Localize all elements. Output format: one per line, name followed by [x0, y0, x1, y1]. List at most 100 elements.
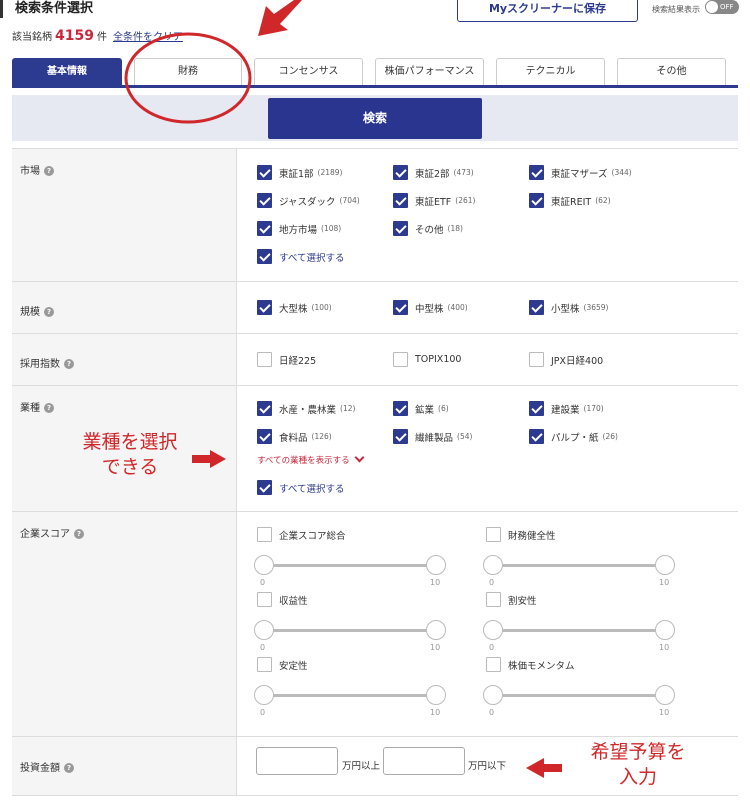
slider-min-handle[interactable]	[483, 685, 503, 705]
tab-technical[interactable]: テクニカル	[496, 58, 605, 85]
checkbox-momentum[interactable]: 株価モメンタム	[486, 657, 575, 672]
checkbox-box[interactable]	[393, 165, 408, 180]
slider-min-handle[interactable]	[254, 685, 274, 705]
checkbox-regional[interactable]: 地方市場 (108)	[257, 221, 341, 236]
checkbox-box[interactable]	[257, 527, 272, 542]
checkbox-textiles[interactable]: 繊維製品 (54)	[393, 429, 472, 444]
checkbox-score-total[interactable]: 企業スコア総合	[257, 527, 346, 542]
slider-stability[interactable]: 0 10	[254, 684, 446, 724]
checkbox-value[interactable]: 割安性	[486, 592, 537, 607]
industry-label-text: 業種	[20, 403, 40, 414]
checkbox-box[interactable]	[529, 193, 544, 208]
checkbox-etf[interactable]: 東証ETF (261)	[393, 193, 475, 208]
checkbox-mid-cap[interactable]: 中型株 (400)	[393, 300, 468, 315]
slider-track[interactable]	[264, 564, 436, 567]
checkbox-box[interactable]	[257, 480, 272, 495]
checkbox-topix100[interactable]: TOPIX100	[393, 352, 461, 367]
tab-price-performance[interactable]: 株価パフォーマンス	[375, 58, 484, 85]
help-icon[interactable]: ?	[64, 763, 74, 773]
checkbox-box[interactable]	[529, 300, 544, 315]
checkbox-box[interactable]	[486, 527, 501, 542]
checkbox-stability[interactable]: 安定性	[257, 657, 308, 672]
checkbox-box[interactable]	[393, 352, 408, 367]
market-label: 市場?	[12, 149, 237, 281]
checkbox-box[interactable]	[486, 592, 501, 607]
checkbox-box[interactable]	[529, 429, 544, 444]
slider-value[interactable]: 0 10	[483, 619, 675, 659]
checkbox-box[interactable]	[529, 352, 544, 367]
checkbox-box[interactable]	[257, 401, 272, 416]
slider-track[interactable]	[493, 694, 665, 697]
checkbox-tse1[interactable]: 東証1部 (2189)	[257, 165, 343, 180]
checkbox-mothers[interactable]: 東証マザーズ (344)	[529, 165, 632, 180]
checkbox-profitability[interactable]: 収益性	[257, 592, 308, 607]
slider-max-handle[interactable]	[655, 555, 675, 575]
checkbox-count: (261)	[455, 196, 476, 205]
slider-min-handle[interactable]	[483, 620, 503, 640]
slider-momentum[interactable]: 0 10	[483, 684, 675, 724]
slider-min-handle[interactable]	[254, 555, 274, 575]
checkbox-jpx400[interactable]: JPX日経400	[529, 352, 603, 367]
checkbox-tse2[interactable]: 東証2部 (473)	[393, 165, 474, 180]
help-icon[interactable]: ?	[44, 166, 54, 176]
checkbox-box[interactable]	[257, 300, 272, 315]
checkbox-box[interactable]	[257, 352, 272, 367]
checkbox-jasdaq[interactable]: ジャスダック (704)	[257, 193, 360, 208]
checkbox-nikkei225[interactable]: 日経225	[257, 352, 316, 367]
slider-max-handle[interactable]	[655, 685, 675, 705]
slider-profitability[interactable]: 0 10	[254, 619, 446, 659]
checkbox-market-other[interactable]: その他 (18)	[393, 221, 463, 236]
checkbox-box[interactable]	[529, 401, 544, 416]
checkbox-market-select-all[interactable]: すべて選択する	[257, 249, 344, 264]
checkbox-box[interactable]	[257, 592, 272, 607]
annotation-budget-text: 希望予算を 入力	[576, 740, 700, 790]
checkbox-box[interactable]	[393, 429, 408, 444]
checkbox-reit[interactable]: 東証REIT (62)	[529, 193, 611, 208]
checkbox-foods[interactable]: 食料品 (126)	[257, 429, 332, 444]
slider-max-handle[interactable]	[426, 685, 446, 705]
slider-min-handle[interactable]	[483, 555, 503, 575]
checkbox-financial-health[interactable]: 財務健全性	[486, 527, 556, 542]
investment-max-input[interactable]	[383, 747, 465, 775]
checkbox-box[interactable]	[257, 657, 272, 672]
tab-other[interactable]: その他	[617, 58, 726, 85]
show-all-industries-link[interactable]: すべての業種を表示する	[257, 452, 365, 466]
slider-track[interactable]	[493, 629, 665, 632]
checkbox-fishery[interactable]: 水産・農林業 (12)	[257, 401, 355, 416]
slider-track[interactable]	[264, 629, 436, 632]
slider-max-handle[interactable]	[426, 620, 446, 640]
save-screener-button[interactable]: Myスクリーナーに保存	[457, 0, 638, 22]
checkbox-box[interactable]	[393, 300, 408, 315]
slider-max-handle[interactable]	[655, 620, 675, 640]
slider-min-handle[interactable]	[254, 620, 274, 640]
checkbox-box[interactable]	[257, 165, 272, 180]
checkbox-industry-select-all[interactable]: すべて選択する	[257, 480, 344, 495]
slider-track[interactable]	[493, 564, 665, 567]
checkbox-box[interactable]	[393, 193, 408, 208]
result-display-toggle[interactable]: OFF	[705, 0, 739, 14]
checkbox-box[interactable]	[393, 401, 408, 416]
checkbox-box[interactable]	[257, 429, 272, 444]
checkbox-box[interactable]	[257, 221, 272, 236]
help-icon[interactable]: ?	[44, 403, 54, 413]
checkbox-small-cap[interactable]: 小型株 (3659)	[529, 300, 608, 315]
checkbox-pulp-paper[interactable]: パルプ・紙 (26)	[529, 429, 618, 444]
help-icon[interactable]: ?	[74, 529, 84, 539]
tab-basic-info[interactable]: 基本情報	[12, 58, 122, 85]
checkbox-large-cap[interactable]: 大型株 (100)	[257, 300, 332, 315]
checkbox-box[interactable]	[529, 165, 544, 180]
slider-track[interactable]	[264, 694, 436, 697]
checkbox-construction[interactable]: 建設業 (170)	[529, 401, 604, 416]
help-icon[interactable]: ?	[44, 307, 54, 317]
slider-max-handle[interactable]	[426, 555, 446, 575]
slider-financial-health[interactable]: 0 10	[483, 554, 675, 594]
checkbox-mining[interactable]: 鉱業 (6)	[393, 401, 449, 416]
checkbox-box[interactable]	[257, 249, 272, 264]
investment-min-input[interactable]	[256, 747, 338, 775]
slider-score-total[interactable]: 0 10	[254, 554, 446, 594]
slider-max-label: 10	[430, 708, 441, 717]
checkbox-box[interactable]	[393, 221, 408, 236]
checkbox-box[interactable]	[257, 193, 272, 208]
checkbox-box[interactable]	[486, 657, 501, 672]
help-icon[interactable]: ?	[64, 359, 74, 369]
